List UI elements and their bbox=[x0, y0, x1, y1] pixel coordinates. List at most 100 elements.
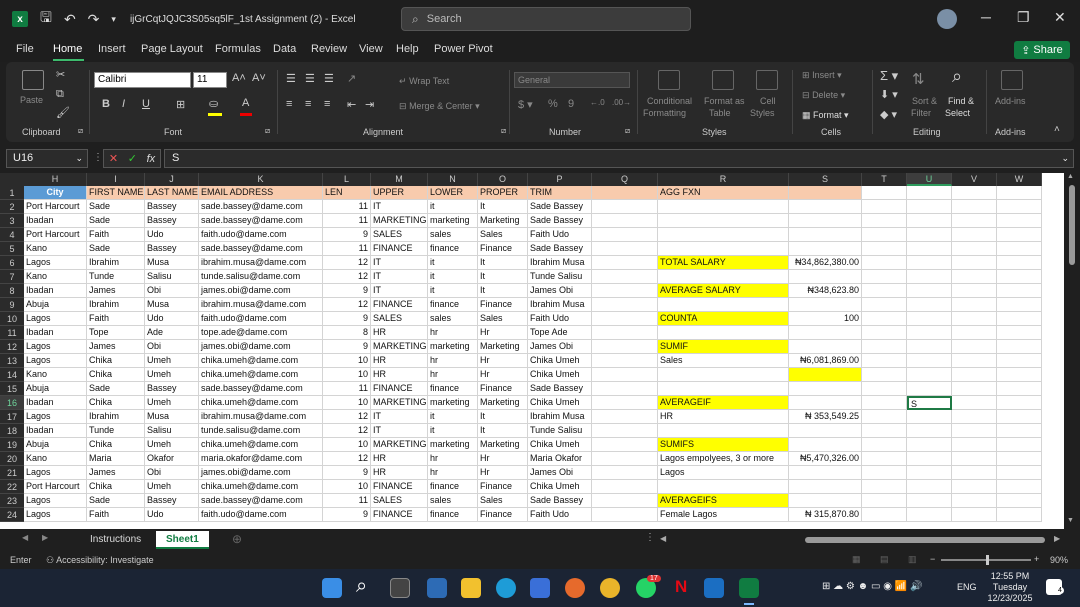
add-ins-button-label[interactable]: Add-ins bbox=[995, 96, 1026, 106]
row-header-20[interactable]: 20 bbox=[0, 452, 24, 466]
font-name-select[interactable]: Calibri bbox=[94, 72, 191, 88]
agg-label-cell[interactable]: AVERAGEIF bbox=[658, 396, 789, 410]
table-cell[interactable]: it bbox=[428, 256, 478, 270]
table-cell[interactable]: 9 bbox=[323, 228, 371, 242]
agg-value-cell[interactable]: ₦348,623.80 bbox=[789, 284, 862, 298]
cell[interactable] bbox=[592, 424, 658, 438]
cell[interactable] bbox=[997, 382, 1042, 396]
table-cell[interactable]: Bassey bbox=[145, 200, 199, 214]
cell[interactable] bbox=[592, 298, 658, 312]
agg-value-cell[interactable]: ₦6,081,869.00 bbox=[789, 354, 862, 368]
cell[interactable] bbox=[658, 424, 789, 438]
agg-label-cell[interactable]: Female Lagos bbox=[658, 508, 789, 522]
zoom-slider-handle[interactable] bbox=[986, 555, 989, 565]
table-cell[interactable]: 9 bbox=[323, 284, 371, 298]
agg-value-cell[interactable]: ₦ 353,549.25 bbox=[789, 410, 862, 424]
cell[interactable] bbox=[997, 256, 1042, 270]
cell[interactable] bbox=[658, 228, 789, 242]
table-cell[interactable]: 12 bbox=[323, 410, 371, 424]
table-cell[interactable]: Obi bbox=[145, 340, 199, 354]
table-cell[interactable]: 9 bbox=[323, 466, 371, 480]
cell[interactable] bbox=[997, 452, 1042, 466]
cell[interactable] bbox=[997, 284, 1042, 298]
table-cell[interactable]: ibrahim.musa@dame.com bbox=[199, 256, 323, 270]
table-cell[interactable]: FINANCE bbox=[371, 242, 428, 256]
table-cell[interactable]: finance bbox=[428, 508, 478, 522]
chevron-down-icon[interactable]: ⌄ bbox=[75, 150, 83, 167]
cell[interactable] bbox=[907, 480, 952, 494]
excel-taskbar-icon[interactable] bbox=[739, 578, 759, 598]
cell[interactable] bbox=[952, 270, 997, 284]
find-select-label-2[interactable]: Select bbox=[945, 108, 970, 118]
cell[interactable] bbox=[997, 228, 1042, 242]
row-header-15[interactable]: 15 bbox=[0, 382, 24, 396]
table-cell[interactable]: Chika Umeh bbox=[528, 368, 592, 382]
cell[interactable] bbox=[907, 214, 952, 228]
column-header-v[interactable]: V bbox=[952, 173, 997, 186]
expand-formula-icon[interactable]: ⌄ bbox=[1061, 150, 1069, 167]
cell[interactable] bbox=[862, 438, 907, 452]
firefox-icon[interactable] bbox=[565, 578, 585, 598]
table-cell[interactable]: Marketing bbox=[478, 340, 528, 354]
language-indicator[interactable]: ENG bbox=[957, 582, 977, 592]
table-cell[interactable]: Kano bbox=[24, 242, 87, 256]
tab-view[interactable]: View bbox=[359, 43, 383, 55]
tab-data[interactable]: Data bbox=[273, 43, 296, 55]
table-cell[interactable]: Tunde bbox=[87, 270, 145, 284]
table-cell[interactable]: ibrahim.musa@dame.com bbox=[199, 410, 323, 424]
cell[interactable] bbox=[862, 466, 907, 480]
column-header-l[interactable]: L bbox=[323, 173, 371, 186]
table-cell[interactable]: 10 bbox=[323, 354, 371, 368]
table-cell[interactable]: Umeh bbox=[145, 354, 199, 368]
table-cell[interactable]: Salisu bbox=[145, 424, 199, 438]
table-cell[interactable]: james.obi@dame.com bbox=[199, 340, 323, 354]
cell[interactable] bbox=[952, 186, 997, 200]
header-cell[interactable]: City bbox=[24, 186, 87, 200]
format-as-table-label-1[interactable]: Format as bbox=[704, 96, 745, 106]
header-cell[interactable]: UPPER bbox=[371, 186, 428, 200]
cell[interactable] bbox=[907, 200, 952, 214]
scroll-right-icon[interactable]: ▶ bbox=[1054, 534, 1060, 543]
table-cell[interactable]: Umeh bbox=[145, 396, 199, 410]
table-cell[interactable]: it bbox=[428, 424, 478, 438]
table-cell[interactable]: Faith bbox=[87, 228, 145, 242]
cell[interactable] bbox=[952, 508, 997, 522]
row-header-19[interactable]: 19 bbox=[0, 438, 24, 452]
align-center-icon[interactable]: ≡ bbox=[305, 98, 311, 110]
cell[interactable] bbox=[997, 298, 1042, 312]
column-header-s[interactable]: S bbox=[789, 173, 862, 186]
table-cell[interactable]: faith.udo@dame.com bbox=[199, 228, 323, 242]
format-cells-button[interactable]: ▦ Format ▾ bbox=[802, 110, 849, 121]
delete-cells-button[interactable]: ⊟ Delete ▾ bbox=[802, 90, 845, 101]
formula-input[interactable]: S ⌄ bbox=[164, 149, 1074, 168]
table-cell[interactable]: chika.umeh@dame.com bbox=[199, 480, 323, 494]
table-cell[interactable]: maria.okafor@dame.com bbox=[199, 452, 323, 466]
table-cell[interactable]: marketing bbox=[428, 396, 478, 410]
table-cell[interactable]: finance bbox=[428, 382, 478, 396]
cell[interactable] bbox=[658, 298, 789, 312]
table-cell[interactable]: It bbox=[478, 424, 528, 438]
tab-help[interactable]: Help bbox=[396, 43, 419, 55]
table-cell[interactable]: Finance bbox=[478, 508, 528, 522]
table-cell[interactable]: it bbox=[428, 200, 478, 214]
table-cell[interactable]: tunde.salisu@dame.com bbox=[199, 424, 323, 438]
cell[interactable] bbox=[658, 242, 789, 256]
cell[interactable] bbox=[907, 354, 952, 368]
cell[interactable] bbox=[907, 452, 952, 466]
table-cell[interactable]: sales bbox=[428, 312, 478, 326]
column-header-i[interactable]: I bbox=[87, 173, 145, 186]
header-cell[interactable] bbox=[789, 186, 862, 200]
cell[interactable] bbox=[952, 438, 997, 452]
table-cell[interactable]: It bbox=[478, 200, 528, 214]
cell[interactable] bbox=[952, 298, 997, 312]
row-header-13[interactable]: 13 bbox=[0, 354, 24, 368]
cell[interactable] bbox=[952, 228, 997, 242]
tab-formulas[interactable]: Formulas bbox=[215, 43, 261, 55]
sheet-tab-instructions[interactable]: Instructions bbox=[80, 531, 151, 549]
table-cell[interactable]: IT bbox=[371, 410, 428, 424]
table-cell[interactable]: Umeh bbox=[145, 480, 199, 494]
row-header-3[interactable]: 3 bbox=[0, 214, 24, 228]
table-cell[interactable]: Kano bbox=[24, 270, 87, 284]
table-cell[interactable]: Finance bbox=[478, 382, 528, 396]
cell[interactable] bbox=[997, 200, 1042, 214]
